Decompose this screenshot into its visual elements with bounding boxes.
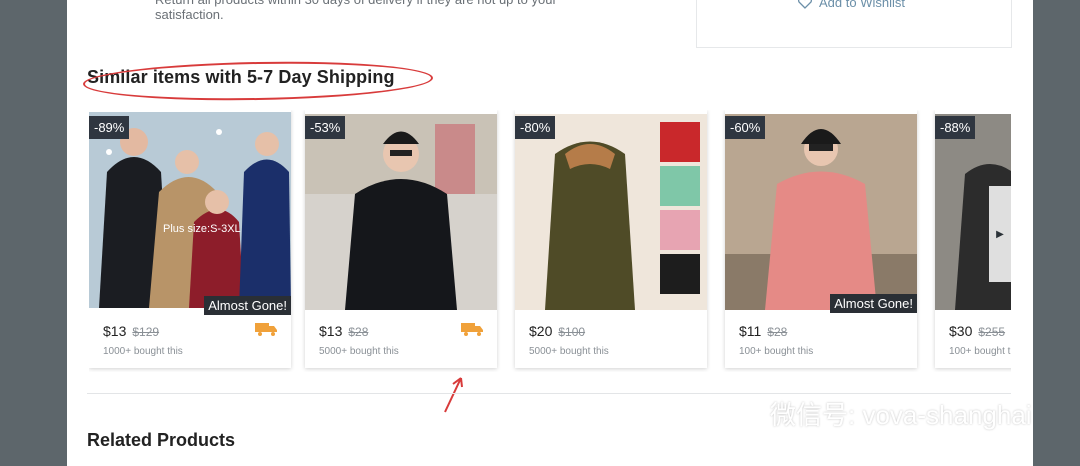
price: $11 xyxy=(739,323,762,339)
wishlist-panel: Add to Wishlist xyxy=(696,0,1012,48)
product-image: Plus size:S-3XL xyxy=(89,112,291,308)
product-card[interactable]: -80% $20 $100 5000+ bought this xyxy=(515,110,707,368)
product-image xyxy=(725,114,917,310)
price-row: $13 $129 xyxy=(103,323,159,339)
truck-icon xyxy=(461,323,483,336)
similar-items-carousel: Plus size:S-3XL -89% Almost Gone! $13 $1… xyxy=(89,110,1011,372)
price-row: $30 $255 xyxy=(949,323,1005,339)
discount-badge: -60% xyxy=(725,116,766,139)
discount-badge: -53% xyxy=(305,116,346,139)
truck-icon xyxy=(255,323,277,336)
bought-count: 100+ bought this xyxy=(739,346,814,357)
product-image xyxy=(515,114,707,310)
product-image xyxy=(305,114,497,310)
original-price: $100 xyxy=(558,325,586,339)
related-products-title: Related Products xyxy=(87,430,236,450)
almost-gone-badge: Almost Gone! xyxy=(830,294,917,313)
discount-badge: -88% xyxy=(935,116,976,139)
bought-count: 1000+ bought this xyxy=(103,346,183,357)
discount-badge: -80% xyxy=(515,116,556,139)
wishlist-label: Add to Wishlist xyxy=(819,0,905,10)
price: $13 xyxy=(319,323,343,339)
plus-size-text: Plus size:S-3XL xyxy=(163,223,241,235)
carousel-next-button[interactable]: ▶ xyxy=(989,186,1011,282)
heart-outline-icon xyxy=(798,0,812,9)
wechat-watermark: 微信号: vova-shanghai xyxy=(716,394,1032,432)
original-price: $28 xyxy=(348,325,369,339)
price-row: $11 $28 xyxy=(739,323,787,339)
red-arrow-annotation xyxy=(444,377,463,413)
price-row: $13 $28 xyxy=(319,323,368,339)
price: $13 xyxy=(103,323,127,339)
original-price: $255 xyxy=(978,325,1006,339)
wechat-icon xyxy=(719,396,763,430)
product-card[interactable]: Plus size:S-3XL -89% Almost Gone! $13 $1… xyxy=(89,110,291,368)
product-card[interactable]: -60% Almost Gone! $11 $28 100+ bought th… xyxy=(725,110,917,368)
bought-count: 5000+ bought this xyxy=(529,346,609,357)
product-card[interactable]: -53% $13 $28 5000+ bought this xyxy=(305,110,497,368)
chevron-right-icon: ▶ xyxy=(996,228,1004,240)
red-circle-annotation xyxy=(82,58,434,104)
return-policy-text: Return all products within 30 days of de… xyxy=(155,0,557,22)
almost-gone-badge: Almost Gone! xyxy=(204,296,291,315)
original-price: $28 xyxy=(767,325,788,339)
add-to-wishlist-link[interactable]: Add to Wishlist xyxy=(797,0,905,10)
price: $20 xyxy=(529,323,553,339)
discount-badge: -89% xyxy=(89,116,130,139)
price-row: $20 $100 xyxy=(529,323,585,339)
bought-count: 100+ bought this xyxy=(949,346,1011,357)
bought-count: 5000+ bought this xyxy=(319,346,399,357)
price: $30 xyxy=(949,323,973,339)
watermark-text: 微信号: vova-shanghai xyxy=(770,399,1032,430)
original-price: $129 xyxy=(132,325,160,339)
